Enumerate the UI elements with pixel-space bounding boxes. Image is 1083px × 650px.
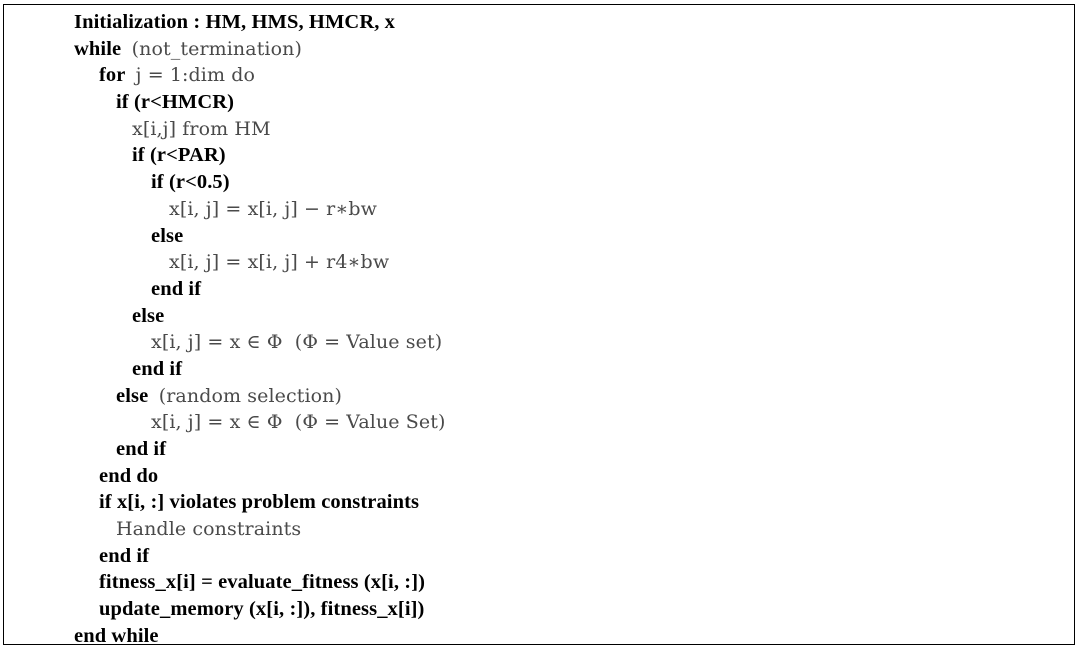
code-segment: if x[i, :] violates problem constraints <box>99 491 420 514</box>
code-segment: (random selection) <box>158 384 343 407</box>
code-segment: if (r<HMCR) <box>116 91 235 114</box>
pseudocode-listing: Initialization : HM, HMS, HMCR, x while (… <box>4 9 1074 645</box>
code-line: else <box>4 303 1074 330</box>
code-line: else (random selection) <box>4 383 1074 410</box>
code-line: update_memory (x[i, :]), fitness_x[i]) <box>4 596 1074 623</box>
code-segment: end do <box>99 464 159 487</box>
code-segment: Handle constraints <box>116 518 302 541</box>
code-line: end if <box>4 543 1074 570</box>
code-segment: fitness_x[i] = evaluate_fitness (x[i, :]… <box>99 571 426 594</box>
code-line: x[i,j] from HM <box>4 116 1074 143</box>
code-line: if x[i, :] violates problem constraints <box>4 489 1074 516</box>
code-segment: else <box>116 384 159 407</box>
code-line: else <box>4 223 1074 250</box>
code-segment: x[i, j] = x ∈ Φ (Φ = Value set) <box>151 331 443 354</box>
code-segment: (not_termination) <box>131 37 302 60</box>
code-line: for j = 1:dim do <box>4 62 1074 89</box>
code-segment: for <box>99 64 136 87</box>
code-line: end if <box>4 436 1074 463</box>
code-segment: else <box>132 304 165 327</box>
code-segment: x[i, j] = x[i, j] − r∗bw <box>169 197 377 220</box>
code-line: x[i, j] = x ∈ Φ (Φ = Value Set) <box>4 409 1074 436</box>
code-segment: Initialization : HM, HMS, HMCR, x <box>74 11 396 33</box>
code-segment: if (r<PAR) <box>132 144 226 167</box>
code-segment: end if <box>132 357 183 380</box>
code-line: end if <box>4 276 1074 303</box>
code-line: Initialization : HM, HMS, HMCR, x <box>4 9 1074 36</box>
code-segment: end if <box>99 544 150 567</box>
code-line: fitness_x[i] = evaluate_fitness (x[i, :]… <box>4 569 1074 596</box>
code-segment: else <box>151 224 184 247</box>
code-line: x[i, j] = x[i, j] + r4∗bw <box>4 249 1074 276</box>
code-line: if (r<HMCR) <box>4 89 1074 116</box>
code-segment: x[i, j] = x[i, j] + r4∗bw <box>169 251 390 274</box>
code-segment: x[i, j] = x ∈ Φ (Φ = Value Set) <box>151 411 446 434</box>
code-line: x[i, j] = x[i, j] − r∗bw <box>4 196 1074 223</box>
pseudocode-frame: Initialization : HM, HMS, HMCR, x while (… <box>3 4 1075 645</box>
code-line: if (r<0.5) <box>4 169 1074 196</box>
code-segment: if (r<0.5) <box>151 171 230 194</box>
code-line: end do <box>4 463 1074 490</box>
code-line: if (r<PAR) <box>4 142 1074 169</box>
code-segment: end if <box>151 277 202 300</box>
code-line: end while <box>4 623 1074 645</box>
code-line: x[i, j] = x ∈ Φ (Φ = Value set) <box>4 329 1074 356</box>
code-segment: end while <box>74 624 159 645</box>
code-line: while (not_termination) <box>4 36 1074 63</box>
code-line: Handle constraints <box>4 516 1074 543</box>
code-segment: x[i,j] from HM <box>132 117 271 140</box>
code-segment: end if <box>116 438 167 460</box>
code-segment: update_memory (x[i, :]), fitness_x[i]) <box>99 598 425 621</box>
code-line: end if <box>4 356 1074 383</box>
code-segment: j = 1:dim do <box>135 64 256 87</box>
code-segment: while <box>74 37 132 60</box>
